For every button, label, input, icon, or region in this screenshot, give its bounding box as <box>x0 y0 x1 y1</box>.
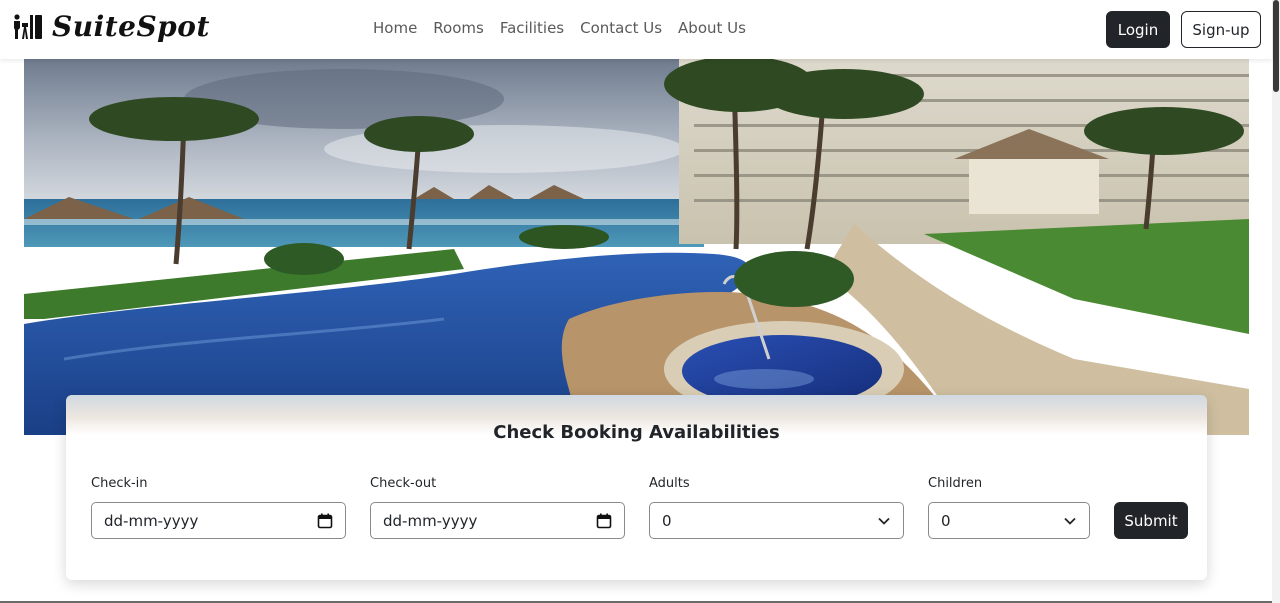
nav-home[interactable]: Home <box>365 17 425 39</box>
navbar: SuiteSpot Home Rooms Facilities Contact … <box>0 0 1272 59</box>
signup-button[interactable]: Sign-up <box>1181 11 1261 48</box>
booking-availability-card: Check Booking Availabilities Check-in dd… <box>66 395 1207 580</box>
brand-logo[interactable]: SuiteSpot <box>12 10 210 43</box>
checkin-label: Check-in <box>91 476 148 491</box>
nav-facilities[interactable]: Facilities <box>492 17 572 39</box>
children-value: 0 <box>941 511 951 530</box>
hero-image <box>24 59 1249 435</box>
nav-about-us[interactable]: About Us <box>670 17 754 39</box>
nav-rooms[interactable]: Rooms <box>425 17 492 39</box>
children-select[interactable]: 0 <box>928 502 1090 539</box>
calendar-icon[interactable] <box>317 513 333 529</box>
brand-name: SuiteSpot <box>52 10 210 43</box>
hotel-people-icon <box>14 13 42 39</box>
nav-links: Home Rooms Facilities Contact Us About U… <box>365 17 754 39</box>
nav-contact-us[interactable]: Contact Us <box>572 17 670 39</box>
calendar-icon[interactable] <box>596 513 612 529</box>
chevron-down-icon <box>878 517 890 525</box>
checkin-value: dd-mm-yyyy <box>104 511 199 530</box>
checkout-label: Check-out <box>370 476 437 491</box>
submit-button[interactable]: Submit <box>1114 502 1188 539</box>
checkout-value: dd-mm-yyyy <box>383 511 478 530</box>
adults-label: Adults <box>649 476 690 491</box>
children-label: Children <box>928 476 983 491</box>
adults-select[interactable]: 0 <box>649 502 904 539</box>
resort-pool-illustration <box>24 59 1249 435</box>
scrollbar-thumb[interactable] <box>1273 0 1279 92</box>
checkin-input[interactable]: dd-mm-yyyy <box>91 502 346 539</box>
adults-value: 0 <box>662 511 672 530</box>
booking-title: Check Booking Availabilities <box>493 422 780 443</box>
checkout-input[interactable]: dd-mm-yyyy <box>370 502 625 539</box>
login-button[interactable]: Login <box>1106 11 1170 48</box>
chevron-down-icon <box>1064 517 1076 525</box>
